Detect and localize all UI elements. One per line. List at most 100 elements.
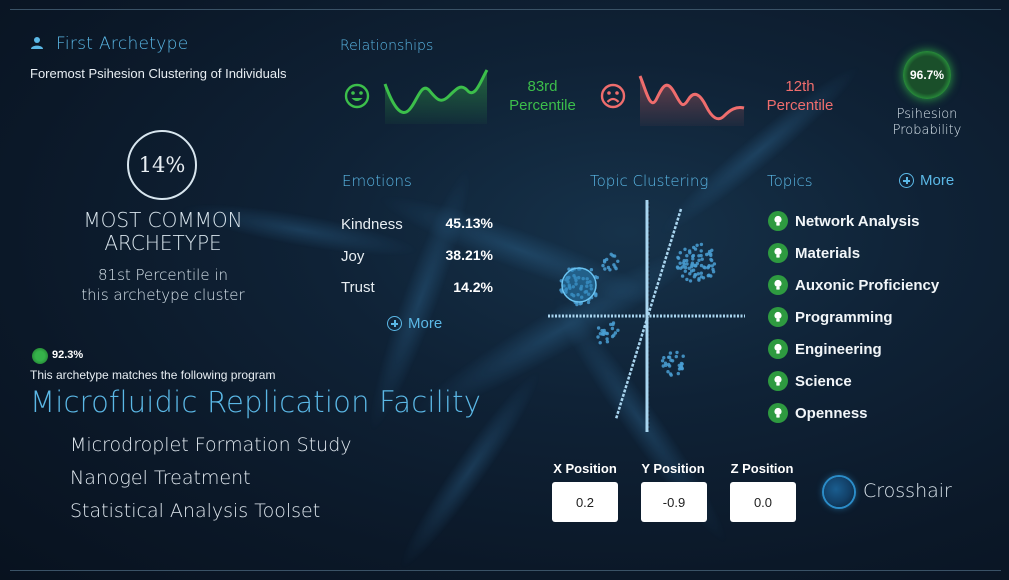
cluster-point: [701, 276, 706, 280]
negative-percentile-value: 12th: [785, 78, 815, 95]
archetype-title: First Archetype: [56, 34, 189, 54]
lightbulb-icon: [768, 403, 788, 423]
topic-label: Network Analysis: [795, 212, 920, 230]
sad-face-icon: [600, 83, 626, 109]
cluster-point: [680, 274, 685, 278]
topic-item[interactable]: Science: [768, 371, 852, 391]
y-position-field[interactable]: -0.9: [641, 482, 707, 522]
program-item[interactable]: Statistical Analysis Toolset: [70, 500, 320, 522]
lightbulb-icon: [768, 307, 788, 327]
x-position-value: 0.2: [575, 494, 595, 510]
topics-title: Topics: [767, 172, 813, 190]
program-title[interactable]: Microfluidic Replication Facility: [30, 385, 481, 419]
match-percent: 92.3%: [52, 349, 84, 361]
cluster-point: [691, 253, 696, 258]
cluster-point: [676, 255, 680, 260]
topics-more-label: More: [920, 172, 955, 189]
probability-label-line2: Probability: [892, 123, 962, 138]
emotions-more-label: More: [408, 315, 443, 332]
crosshair-label: Crosshair: [863, 480, 952, 502]
positive-sparkline: [383, 69, 489, 124]
cluster-point: [683, 265, 688, 270]
cluster-point: [612, 263, 616, 267]
emotions-more-button[interactable]: More: [387, 315, 442, 332]
cluster-point: [669, 358, 673, 362]
cluster-point: [709, 257, 713, 262]
topic-item[interactable]: Network Analysis: [768, 211, 920, 231]
probability-value: 96.7%: [909, 68, 945, 82]
topic-label: Openness: [795, 404, 868, 422]
cluster-point: [575, 302, 579, 307]
cluster-point: [697, 258, 701, 262]
topics-more-button[interactable]: More: [899, 172, 954, 189]
y-position-label: Y Position: [641, 461, 705, 476]
z-position-value: 0.0: [753, 494, 773, 510]
cluster-point: [710, 248, 714, 252]
cluster-point: [605, 340, 610, 344]
topic-item[interactable]: Programming: [768, 307, 893, 327]
cluster-point: [681, 354, 685, 358]
plus-circle-icon: [899, 173, 914, 188]
topic-item[interactable]: Auxonic Proficiency: [768, 275, 939, 295]
z-position-label: Z Position: [730, 461, 794, 476]
cluster-point: [703, 266, 707, 270]
user-icon: [31, 37, 43, 49]
topic-item[interactable]: Materials: [768, 243, 860, 263]
cluster-point: [610, 334, 615, 339]
x-position-label: X Position: [553, 461, 617, 476]
lightbulb-icon: [768, 275, 788, 295]
cluster-point: [687, 266, 691, 270]
cluster-point: [603, 267, 607, 271]
positive-percentile-value: 83rd: [527, 78, 558, 95]
negative-percentile-label: Percentile: [766, 97, 834, 114]
cluster-point: [611, 322, 615, 327]
cluster-point: [707, 264, 711, 268]
cluster-point: [700, 257, 704, 261]
cluster-point: [706, 274, 710, 278]
cluster-point: [616, 328, 620, 332]
cluster-point: [683, 269, 687, 273]
cluster-point: [683, 247, 687, 251]
cluster-point: [596, 326, 601, 330]
cluster-point: [695, 243, 699, 247]
cluster-point: [605, 331, 609, 336]
cluster-point: [668, 351, 673, 355]
positive-percentile-label: Percentile: [509, 97, 576, 114]
lightbulb-icon: [768, 339, 788, 359]
cluster-point: [710, 264, 714, 268]
z-position-field[interactable]: 0.0: [730, 482, 796, 522]
emotion-name: Trust: [341, 279, 375, 296]
cluster-point: [666, 355, 671, 359]
relationships-title: Relationships: [340, 38, 434, 54]
topic-label: Materials: [795, 244, 861, 262]
smile-face-icon: [344, 83, 370, 109]
cluster-point: [675, 265, 680, 269]
cluster-point: [685, 258, 689, 263]
cluster-point: [594, 293, 598, 298]
cluster-point: [598, 341, 602, 345]
cluster-point: [661, 364, 665, 368]
negative-sparkline: [638, 75, 745, 126]
cluster-point: [589, 268, 594, 272]
archetype-percent: 14%: [138, 153, 186, 177]
cluster-point: [586, 300, 591, 305]
cluster-point: [693, 247, 698, 251]
emotion-name: Joy: [341, 248, 365, 265]
crosshair-icon[interactable]: [824, 477, 854, 507]
topic-item[interactable]: Openness: [768, 403, 868, 423]
topic-clustering-title: Topic Clustering: [590, 172, 709, 190]
topic-cluster-plot[interactable]: [545, 195, 750, 435]
topic-item[interactable]: Engineering: [768, 339, 882, 359]
topic-label: Science: [795, 372, 852, 390]
cluster-point: [685, 262, 689, 266]
program-item[interactable]: Microdroplet Formation Study: [70, 434, 352, 456]
x-position-field[interactable]: 0.2: [552, 482, 618, 522]
positive-percentile: 83rd Percentile: [500, 77, 585, 115]
lightbulb-icon: [768, 211, 788, 231]
cluster-point: [602, 328, 606, 333]
program-item[interactable]: Nanogel Treatment: [70, 467, 251, 489]
plus-circle-icon: [387, 316, 402, 331]
cluster-point: [699, 271, 703, 275]
emotion-value: 45.13%: [445, 215, 493, 231]
cluster-point: [667, 364, 672, 368]
